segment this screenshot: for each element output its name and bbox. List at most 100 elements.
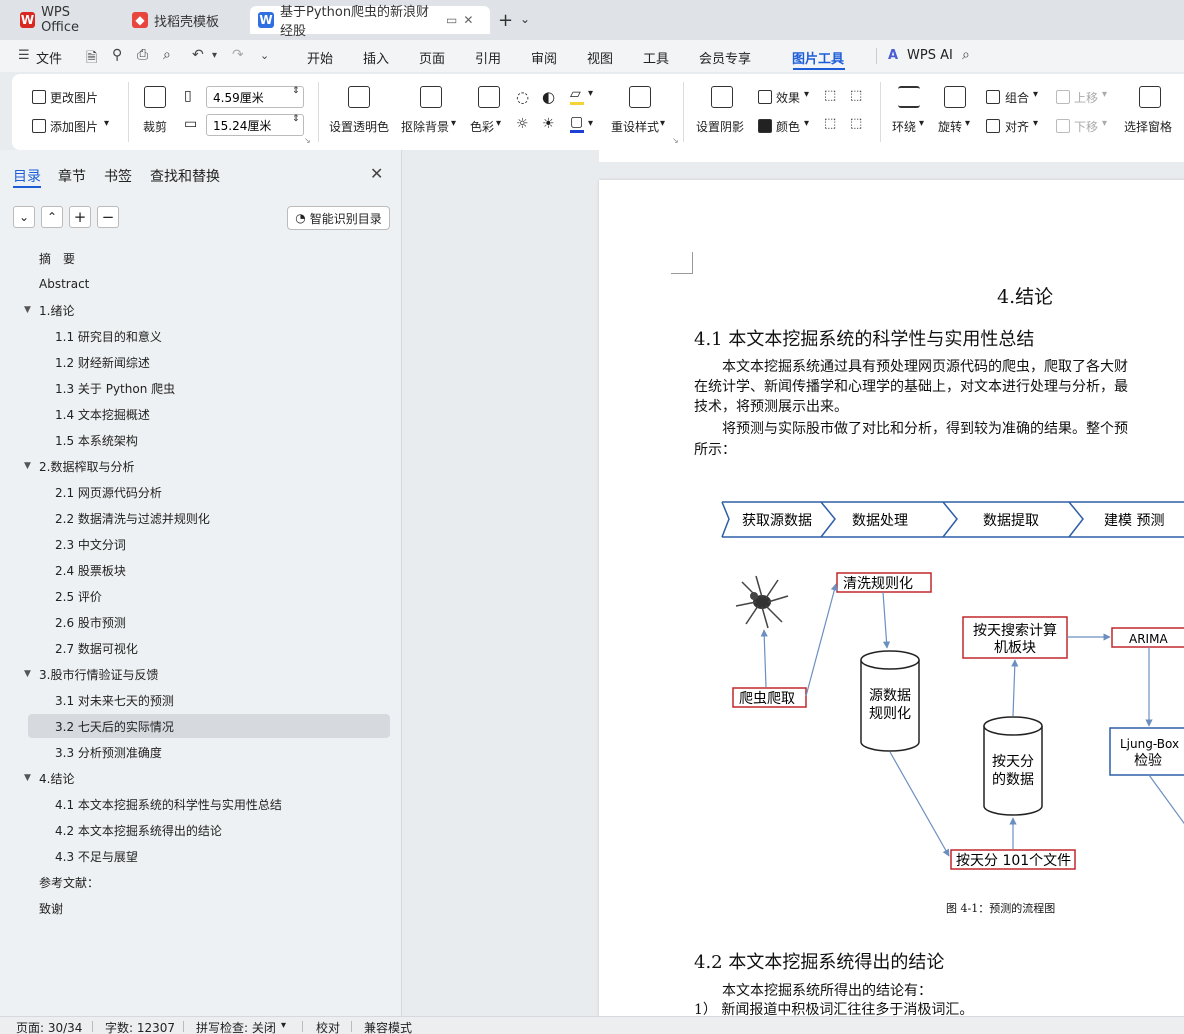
menu-start[interactable]: 开始 <box>307 48 333 67</box>
toc-item[interactable]: 2.3 中文分词 <box>0 532 402 556</box>
add-image-dropdown-icon[interactable]: ▾ <box>104 118 109 129</box>
collapse-icon[interactable]: ⌄ <box>13 206 35 228</box>
shadow-left-icon[interactable]: ⬚ <box>824 116 836 131</box>
shadow-right-icon[interactable]: ⬚ <box>850 116 862 131</box>
remove-background-button[interactable]: 抠除背景 <box>401 118 449 135</box>
remove-heading-icon[interactable]: − <box>97 206 119 228</box>
toc-item[interactable]: 2.5 评价 <box>0 584 402 608</box>
selection-pane-button[interactable]: 选择窗格 <box>1124 118 1172 135</box>
menu-member[interactable]: 会员专享 <box>699 48 751 67</box>
fill-color-dropdown-icon[interactable]: ▾ <box>588 88 593 99</box>
toc-item[interactable]: 2.6 股市预测 <box>0 610 402 634</box>
preset-style-button[interactable]: 重设样式 <box>611 118 659 135</box>
outline-color-dropdown-icon[interactable]: ▾ <box>588 118 593 129</box>
link-icon[interactable]: ⚲ <box>112 47 122 63</box>
fill-dropdown-icon[interactable]: ▾ <box>804 118 809 129</box>
align-button[interactable]: 对齐 <box>1005 118 1029 135</box>
caret-down-icon[interactable]: ▼ <box>24 669 31 679</box>
more-dropdown-icon[interactable]: ⌄ <box>260 49 269 62</box>
caret-down-icon[interactable]: ▼ <box>24 773 31 783</box>
menu-picture-tools[interactable]: 图片工具 <box>792 48 844 67</box>
effect-button[interactable]: 效果 <box>776 89 800 106</box>
toc-item[interactable]: 2.1 网页源代码分析 <box>0 480 402 504</box>
toc-item[interactable]: 2.7 数据可视化 <box>0 636 402 660</box>
spell-check-toggle[interactable]: 拼写检查: 关闭 <box>196 1019 276 1034</box>
expand-style-icon[interactable]: ↘ <box>672 136 679 145</box>
toc-item[interactable]: 3.1 对未来七天的预测 <box>0 688 402 712</box>
color-dropdown-icon[interactable]: ▾ <box>496 118 501 129</box>
undo-dropdown-icon[interactable]: ▾ <box>212 50 217 61</box>
toc-item[interactable]: ▼ 3.股市行情验证与反馈 <box>0 662 402 686</box>
outline-color-icon[interactable]: ▢ <box>570 114 583 130</box>
effect-dropdown-icon[interactable]: ▾ <box>804 89 809 100</box>
toc-item[interactable]: 1.1 研究目的和意义 <box>0 324 402 348</box>
caret-down-icon[interactable]: ▼ <box>24 461 31 471</box>
contrast-down-icon[interactable]: ☀ <box>542 116 555 132</box>
print-icon[interactable]: ⎙ <box>137 47 148 63</box>
nav-tab-sections[interactable]: 章节 <box>58 166 86 186</box>
menu-tools[interactable]: 工具 <box>643 48 669 67</box>
toc-item[interactable]: 1.4 文本挖掘概述 <box>0 402 402 426</box>
rotate-dropdown-icon[interactable]: ▾ <box>965 118 970 129</box>
toc-item[interactable]: 1.3 关于 Python 爬虫 <box>0 376 402 400</box>
toc-item[interactable]: ▼ 1.绪论 <box>0 298 402 322</box>
smart-toc-button[interactable]: ◔ 智能识别目录 <box>287 206 390 230</box>
flowchart-figure[interactable]: 获取源数据 数据处理 数据提取 建模 预测 清洗规则化 爬虫爬取 源数据 规则化 <box>599 480 1184 900</box>
group-dropdown-icon[interactable]: ▾ <box>1033 89 1038 100</box>
toc-item[interactable]: 3.3 分析预测准确度 <box>0 740 402 764</box>
document-page[interactable]: 4.结论 4.1 本文本挖掘系统的科学性与实用性总结 本文本挖掘系统通过具有预处… <box>599 180 1184 1016</box>
set-transparent-button[interactable]: 设置透明色 <box>329 118 389 135</box>
send-backward-button[interactable]: 下移 <box>1074 118 1098 135</box>
toc-item[interactable]: 3.2 七天后的实际情况 <box>28 714 390 738</box>
send-backward-dropdown-icon[interactable]: ▾ <box>1102 118 1107 129</box>
wrap-button[interactable]: 环绕 <box>892 118 916 135</box>
menu-file[interactable]: 文件 <box>36 48 62 67</box>
width-input[interactable] <box>206 114 304 136</box>
undo-icon[interactable]: ↶ <box>192 47 204 63</box>
toc-item[interactable]: 致谢 <box>0 896 402 920</box>
expand-size-icon[interactable]: ↘ <box>304 136 311 145</box>
menu-view[interactable]: 视图 <box>587 48 613 67</box>
redo-icon[interactable]: ↷ <box>232 47 244 63</box>
chevron-down-icon[interactable]: ⌄ <box>520 12 530 26</box>
fill-color-icon[interactable]: ▱ <box>570 86 581 102</box>
toc-item[interactable]: 2.4 股票板块 <box>0 558 402 582</box>
width-stepper-icon[interactable]: ⇕ <box>292 114 300 124</box>
set-shadow-button[interactable]: 设置阴影 <box>696 118 744 135</box>
proofread-button[interactable]: 校对 <box>316 1019 340 1034</box>
bring-forward-dropdown-icon[interactable]: ▾ <box>1102 89 1107 100</box>
shadow-up-icon[interactable]: ⬚ <box>824 88 836 103</box>
contrast-up-icon[interactable]: ◐ <box>542 88 555 106</box>
color-button[interactable]: 色彩 <box>470 118 494 135</box>
align-dropdown-icon[interactable]: ▾ <box>1033 118 1038 129</box>
hamburger-icon[interactable]: ☰ <box>18 48 30 63</box>
change-image-button[interactable]: 更改图片 <box>50 89 98 106</box>
menu-page[interactable]: 页面 <box>419 48 445 67</box>
caret-down-icon[interactable]: ▼ <box>24 305 31 315</box>
nav-tab-toc[interactable]: 目录 <box>13 166 41 186</box>
tab-docer-templates[interactable]: ◆ 找稻壳模板 <box>124 6 240 34</box>
menu-reference[interactable]: 引用 <box>475 48 501 67</box>
wrap-dropdown-icon[interactable]: ▾ <box>919 118 924 129</box>
close-icon[interactable]: ✕ <box>370 164 383 183</box>
print-preview-icon[interactable]: ⌕ <box>163 47 171 63</box>
shadow-down-icon[interactable]: ⬚ <box>850 88 862 103</box>
toc-item[interactable]: Abstract <box>0 272 402 296</box>
menu-wps-ai[interactable]: WPS AI <box>907 48 953 63</box>
brightness-down-icon[interactable]: ☼ <box>516 116 529 132</box>
toc-item[interactable]: 4.3 不足与展望 <box>0 844 402 868</box>
fill-color-button[interactable]: 颜色 <box>776 118 800 135</box>
toc-item[interactable]: 1.5 本系统架构 <box>0 428 402 452</box>
tab-document[interactable]: W 基于Python爬虫的新浪财经股 ▭ ✕ <box>250 5 490 39</box>
monitor-icon[interactable]: ▭ <box>446 13 457 27</box>
menu-insert[interactable]: 插入 <box>363 48 389 67</box>
spell-dropdown-icon[interactable]: ▾ <box>281 1020 286 1031</box>
tab-wps-office[interactable]: W WPS Office <box>12 5 116 35</box>
height-stepper-icon[interactable]: ⇕ <box>292 86 300 96</box>
toc-item[interactable]: 4.2 本文本挖掘系统得出的结论 <box>0 818 402 842</box>
toc-item[interactable]: 参考文献： <box>0 870 402 894</box>
bring-forward-button[interactable]: 上移 <box>1074 89 1098 106</box>
toc-item[interactable]: ▼ 2.数据榨取与分析 <box>0 454 402 478</box>
toc-item[interactable]: 1.2 财经新闻综述 <box>0 350 402 374</box>
add-heading-icon[interactable]: + <box>69 206 91 228</box>
